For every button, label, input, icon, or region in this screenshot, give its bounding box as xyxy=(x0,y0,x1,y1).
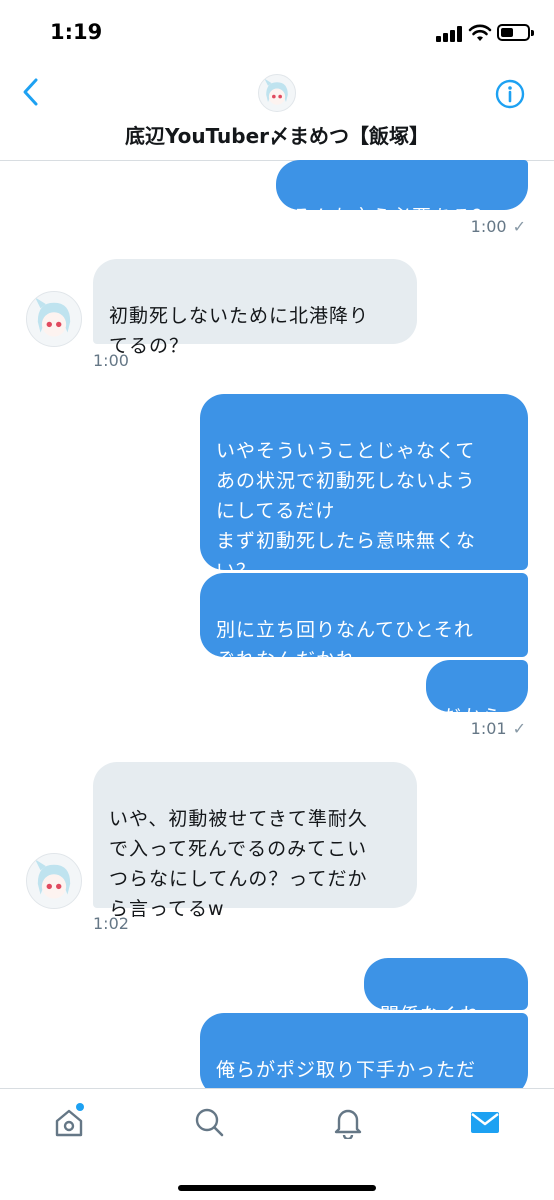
messages-icon xyxy=(471,1112,499,1133)
wifi-icon xyxy=(468,23,492,43)
tab-messages[interactable] xyxy=(468,1105,502,1139)
received-message[interactable]: 初動死しないために北港降り てるの？ xyxy=(93,259,417,357)
conversation-header: 底辺YouTuber〆まめつ【飯塚】 xyxy=(0,62,554,161)
back-button[interactable] xyxy=(16,76,48,108)
notifications-icon xyxy=(334,1109,362,1141)
tab-notifications[interactable] xyxy=(331,1105,365,1141)
battery-icon xyxy=(497,24,534,41)
new-content-dot xyxy=(76,1103,84,1111)
tab-bar xyxy=(0,1088,554,1200)
sent-message[interactable]: 別に立ち回りなんてひとそれ ぞれなんだかれ xyxy=(200,573,528,671)
sent-message[interactable]: 俺らがポジ取り下手かっただ けでどうでもよくねそんなの xyxy=(200,1013,528,1111)
sender-avatar[interactable] xyxy=(26,853,82,909)
home-indicator[interactable] xyxy=(178,1185,376,1191)
status-bar: 1:19 xyxy=(0,0,554,62)
sent-message[interactable]: そんな言う必要ある？ xyxy=(276,160,528,228)
message-timestamp: 1:00 ✓ xyxy=(470,217,526,236)
info-button[interactable] xyxy=(494,78,526,110)
received-message[interactable]: いや、初動被せてきて準耐久 で入って死んでるのみてこい つらなにしてんの？ってだ… xyxy=(93,762,417,920)
status-time: 1:19 xyxy=(50,20,103,44)
info-icon xyxy=(495,79,525,109)
chevron-left-icon xyxy=(23,78,38,106)
sent-message[interactable]: だから xyxy=(426,660,528,728)
sent-message[interactable]: いやそういうことじゃなくて あの状況で初動死しないよう にしてるだけ まず初動死… xyxy=(200,394,528,582)
header-avatar[interactable] xyxy=(258,74,296,112)
read-check-icon: ✓ xyxy=(512,217,526,236)
cellular-signal-icon xyxy=(436,26,464,42)
message-timestamp: 1:00 xyxy=(93,351,129,370)
sender-avatar[interactable] xyxy=(26,291,82,347)
search-icon xyxy=(195,1108,224,1137)
sent-message[interactable]: 関係なくねw xyxy=(364,958,528,1026)
message-timestamp: 1:01 ✓ xyxy=(470,719,526,738)
message-timestamp: 1:02 xyxy=(93,914,129,933)
tab-search[interactable] xyxy=(192,1105,226,1139)
read-check-icon: ✓ xyxy=(512,719,526,738)
conversation-title[interactable]: 底辺YouTuber〆まめつ【飯塚】 xyxy=(0,120,554,149)
